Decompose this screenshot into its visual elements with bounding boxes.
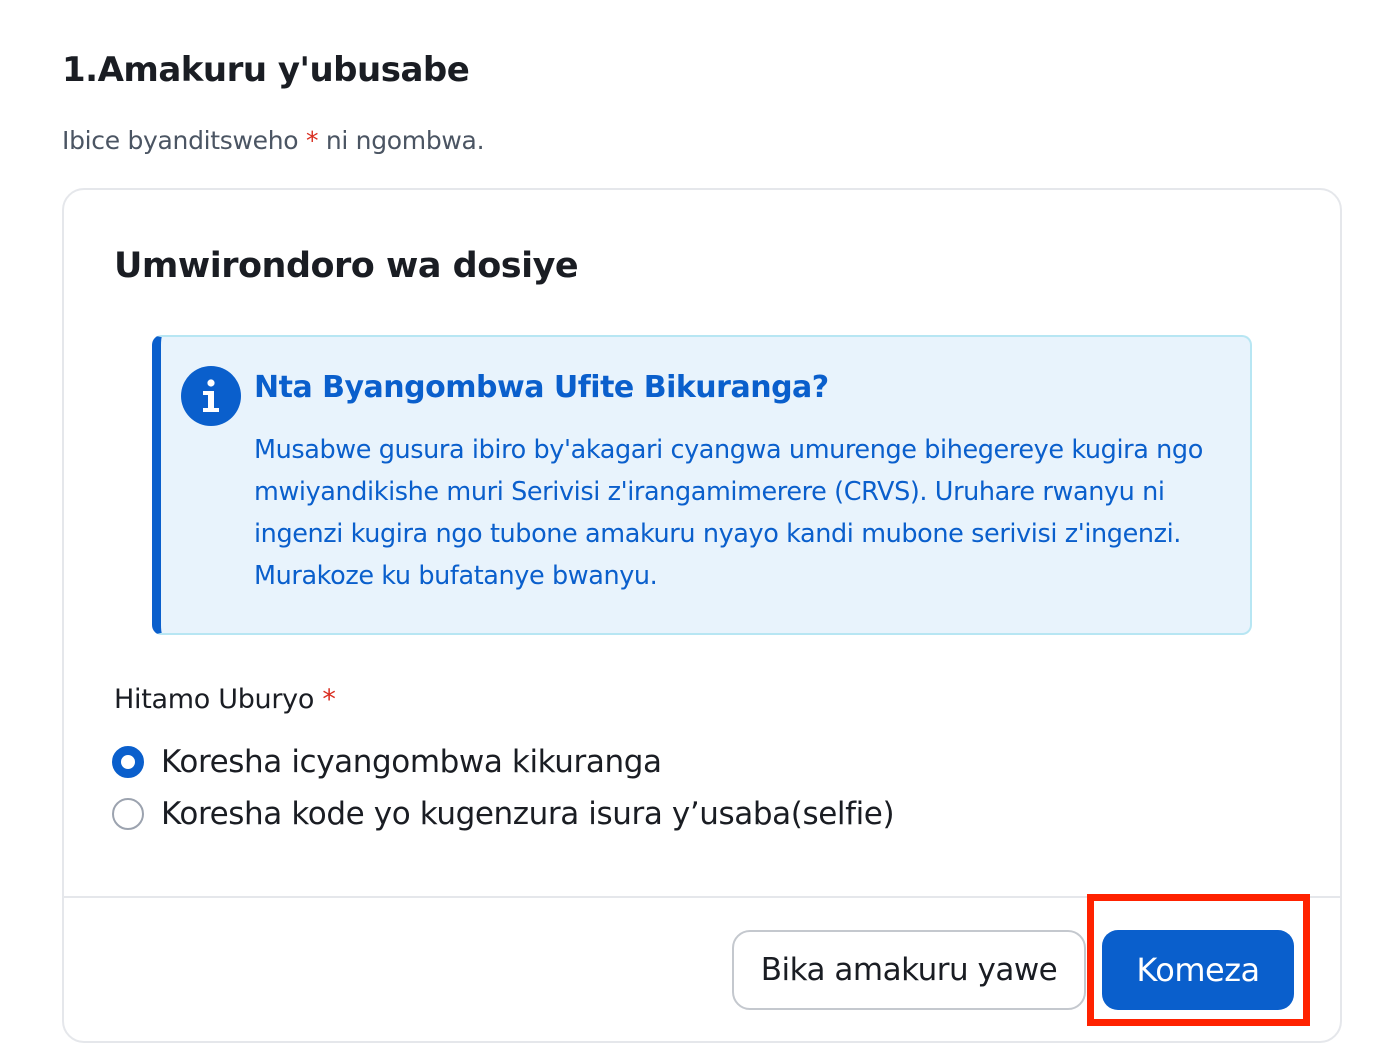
save-draft-button[interactable]: Bika amakuru yawe xyxy=(732,930,1086,1010)
radio-button-checked[interactable] xyxy=(112,746,144,778)
radio-group-label: Hitamo Uburyo * xyxy=(114,684,336,715)
continue-button[interactable]: Komeza xyxy=(1102,930,1294,1010)
radio-button-unchecked[interactable] xyxy=(112,798,144,830)
info-title: Nta Byangombwa Ufite Bikuranga? xyxy=(254,370,829,405)
required-note-before: Ibice byanditsweho xyxy=(62,126,299,155)
required-fields-note: Ibice byanditsweho * ni ngombwa. xyxy=(62,126,485,155)
radio-option-selfie-code[interactable]: Koresha kode yo kugenzura isura y’usaba(… xyxy=(112,796,895,832)
required-note-after: ni ngombwa. xyxy=(325,126,485,155)
info-alert: Nta Byangombwa Ufite Bikuranga? Musabwe … xyxy=(152,335,1252,635)
radio-option-id-document[interactable]: Koresha icyangombwa kikuranga xyxy=(112,744,662,780)
profile-card: Umwirondoro wa dosiye Nta Byangombwa Ufi… xyxy=(62,188,1342,1043)
step-title: 1.Amakuru y'ubusabe xyxy=(62,50,470,90)
radio-option-label: Koresha icyangombwa kikuranga xyxy=(161,744,662,780)
application-page: 1.Amakuru y'ubusabe Ibice byanditsweho *… xyxy=(0,0,1398,1064)
info-glyph xyxy=(203,379,219,412)
radio-option-label: Koresha kode yo kugenzura isura y’usaba(… xyxy=(161,796,895,832)
radio-group-label-text: Hitamo Uburyo xyxy=(114,684,315,715)
card-title: Umwirondoro wa dosiye xyxy=(114,246,579,286)
radio-required-asterisk: * xyxy=(322,684,336,715)
info-icon xyxy=(181,366,241,426)
info-text: Musabwe gusura ibiro by'akagari cyangwa … xyxy=(254,435,1203,591)
required-asterisk: * xyxy=(305,126,319,155)
card-footer-divider xyxy=(64,896,1340,898)
